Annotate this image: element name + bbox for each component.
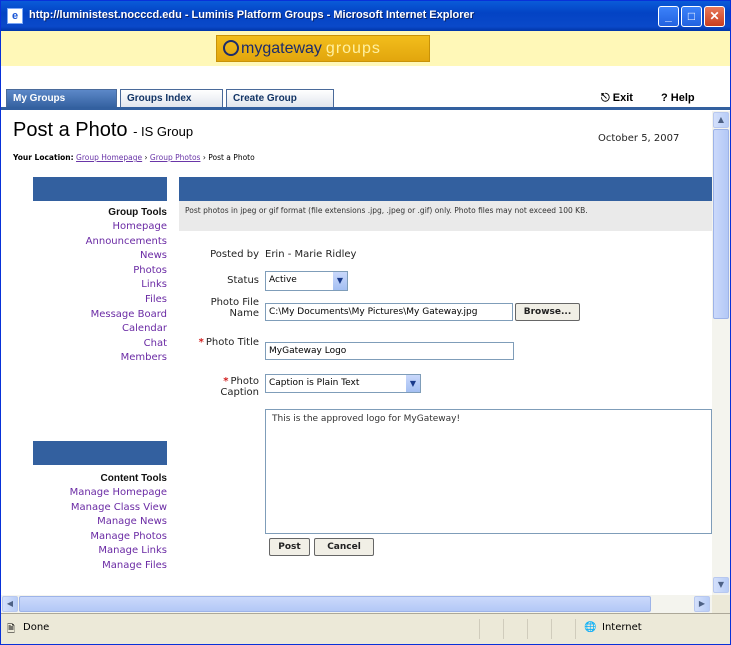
sidebar-item-calendar[interactable]: Calendar	[31, 322, 167, 337]
scroll-left-icon[interactable]: ◀	[2, 596, 18, 612]
sidebar-item-manage-files[interactable]: Manage Files	[31, 559, 167, 574]
title-bar: e http://luministest.nocccd.edu - Lumini…	[1, 1, 730, 31]
zone-cell: 🌐 Internet	[575, 619, 725, 639]
sidebar-item-manage-links[interactable]: Manage Links	[31, 544, 167, 559]
minimize-button[interactable]: _	[658, 6, 679, 27]
photo-caption-label: * Photo Caption	[220, 376, 259, 398]
group-tools-title: Group Tools	[108, 207, 167, 218]
browser-window: e http://luministest.nocccd.edu - Lumini…	[0, 0, 731, 645]
ie-icon: e	[7, 8, 23, 24]
required-asterisk: *	[198, 337, 204, 348]
scroll-down-icon[interactable]: ▼	[713, 577, 729, 593]
sidebar-item-homepage[interactable]: Homepage	[31, 220, 167, 235]
crumb-current: Post a Photo	[208, 153, 255, 162]
photo-caption-textarea[interactable]: This is the approved logo for MyGateway!	[265, 409, 712, 534]
exit-link[interactable]: ⎋ Exit	[601, 92, 633, 105]
page-done-icon: 🗎	[7, 624, 16, 635]
tab-create-group[interactable]: Create Group	[226, 89, 334, 108]
status-text: Done	[23, 622, 50, 633]
vertical-scrollbar[interactable]: ▲ ▼	[712, 111, 730, 595]
photo-title-label: * Photo Title	[198, 337, 259, 348]
sidebar-item-announcements[interactable]: Announcements	[31, 235, 167, 250]
sidebar-item-photos[interactable]: Photos	[31, 264, 167, 279]
sidebar-item-manage-homepage[interactable]: Manage Homepage	[31, 486, 167, 501]
sidebar-item-chat[interactable]: Chat	[31, 337, 167, 352]
status-bar: 🗎 Done 🌐 Internet	[1, 613, 730, 644]
horizontal-scroll-thumb[interactable]	[19, 596, 651, 612]
help-link[interactable]: ? Help	[661, 92, 695, 104]
sidebar-item-news[interactable]: News	[31, 249, 167, 264]
sidebar-item-links[interactable]: Links	[31, 278, 167, 293]
tab-bar: My Groups Groups Index Create Group ⎋ Ex…	[1, 66, 730, 111]
caption-format-select[interactable]: Caption is Plain Text ▼	[265, 374, 421, 393]
sidebar-item-files[interactable]: Files	[31, 293, 167, 308]
scroll-up-icon[interactable]: ▲	[713, 112, 729, 128]
exit-icon: ⎋	[601, 92, 610, 104]
crumb-group-photos[interactable]: Group Photos	[150, 153, 201, 162]
close-button[interactable]: ✕	[704, 6, 725, 27]
content-tools-list: Content Tools Manage Homepage Manage Cla…	[31, 473, 167, 574]
sidebar-item-manage-photos[interactable]: Manage Photos	[31, 530, 167, 545]
photo-file-input[interactable]: C:\My Documents\My Pictures\My Gateway.j…	[265, 303, 513, 321]
status-select[interactable]: Active ▼	[265, 271, 348, 291]
sidebar-item-message-board[interactable]: Message Board	[31, 308, 167, 323]
internet-zone-icon: 🌐	[584, 622, 597, 633]
status-cell	[527, 619, 551, 639]
window-title: http://luministest.nocccd.edu - Luminis …	[29, 9, 474, 21]
cancel-button[interactable]: Cancel	[314, 538, 374, 556]
page-content: Post a Photo - IS Group October 5, 2007 …	[1, 111, 712, 595]
file-name-label: Photo File Name	[210, 297, 259, 319]
content-tools-header-bar	[33, 441, 167, 465]
sidebar-item-manage-class-view[interactable]: Manage Class View	[31, 501, 167, 516]
crumb-group-homepage[interactable]: Group Homepage	[76, 153, 142, 162]
posted-by-value: Erin - Marie Ridley	[265, 249, 357, 260]
post-button[interactable]: Post	[269, 538, 310, 556]
status-label: Status	[227, 275, 259, 286]
tab-groups-index[interactable]: Groups Index	[120, 89, 223, 108]
status-cell	[551, 619, 575, 639]
gateway-banner: mygateway groups	[1, 31, 730, 66]
mygateway-logo[interactable]: mygateway groups	[216, 35, 430, 62]
scroll-right-icon[interactable]: ▶	[694, 596, 710, 612]
gateway-swirl-icon	[223, 40, 239, 56]
maximize-button[interactable]: □	[681, 6, 702, 27]
group-tools-list: Group Tools Homepage Announcements News …	[31, 207, 167, 366]
required-asterisk: *	[223, 376, 229, 387]
photo-title-input[interactable]: MyGateway Logo	[265, 342, 514, 360]
tab-my-groups[interactable]: My Groups	[6, 89, 117, 108]
main-header-bar	[179, 177, 712, 201]
content-tools-title: Content Tools	[100, 473, 167, 484]
zone-text: Internet	[602, 622, 642, 633]
page-date: October 5, 2007	[598, 133, 680, 144]
horizontal-scrollbar[interactable]: ◀ ▶	[1, 595, 712, 613]
vertical-scroll-thumb[interactable]	[713, 129, 729, 319]
posted-by-label: Posted by	[210, 249, 259, 260]
browse-button[interactable]: Browse...	[515, 303, 580, 321]
help-icon: ?	[661, 92, 668, 104]
sidebar-item-members[interactable]: Members	[31, 351, 167, 366]
status-cell	[503, 619, 527, 639]
group-tools-header-bar	[33, 177, 167, 201]
tab-underline	[1, 107, 730, 110]
upload-instructions: Post photos in jpeg or gif format (file …	[179, 201, 712, 231]
breadcrumb: Your Location: Group Homepage › Group Ph…	[13, 153, 255, 162]
sidebar-item-manage-news[interactable]: Manage News	[31, 515, 167, 530]
status-cell	[479, 619, 503, 639]
chevron-down-icon[interactable]: ▼	[333, 272, 347, 290]
chevron-down-icon[interactable]: ▼	[406, 375, 420, 392]
page-title: Post a Photo - IS Group	[13, 119, 194, 141]
